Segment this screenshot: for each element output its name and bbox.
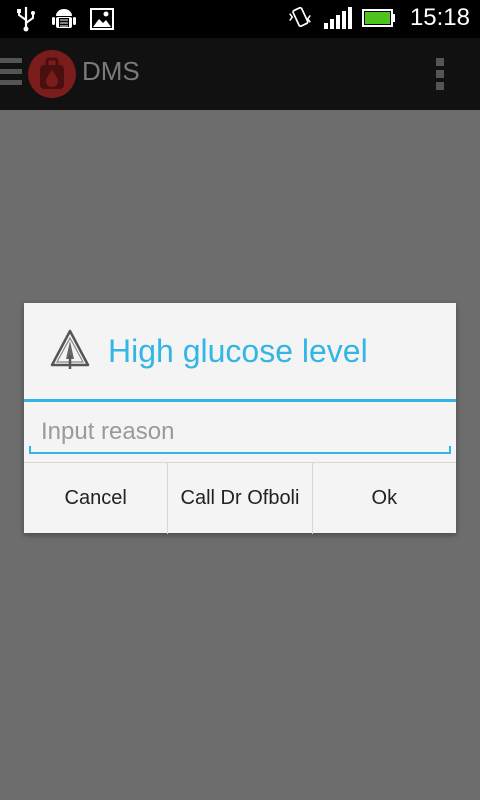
cancel-button[interactable]: Cancel — [24, 463, 169, 534]
app-logo-icon — [28, 50, 76, 98]
reason-input[interactable] — [29, 412, 449, 452]
signal-icon — [322, 5, 352, 31]
status-right-icons: 15:18 — [288, 4, 470, 32]
status-left-icons — [14, 6, 114, 32]
warning-icon — [50, 329, 90, 371]
dialog-button-bar: Cancel Call Dr Ofboli Ok — [24, 462, 456, 534]
usb-icon — [14, 6, 38, 32]
clock: 15:18 — [409, 4, 470, 31]
battery-icon — [361, 5, 396, 31]
input-underline — [29, 446, 451, 454]
dialog-header: High glucose level — [24, 303, 456, 402]
call-doctor-button[interactable]: Call Dr Ofboli — [168, 463, 313, 534]
android-debug-icon — [52, 6, 76, 32]
dialog-title: High glucose level — [108, 333, 368, 369]
action-bar: DMS — [0, 38, 480, 110]
drawer-menu-icon[interactable] — [0, 58, 22, 92]
app-title: DMS — [82, 56, 140, 86]
alert-dialog: High glucose level Cancel Call Dr Ofboli… — [24, 303, 456, 534]
vibrate-icon — [288, 5, 312, 31]
ok-button[interactable]: Ok — [313, 463, 456, 534]
overflow-menu-icon[interactable] — [436, 58, 444, 90]
image-icon — [90, 6, 114, 32]
status-bar: 15:18 — [0, 0, 480, 38]
reason-input-wrapper — [24, 402, 456, 462]
